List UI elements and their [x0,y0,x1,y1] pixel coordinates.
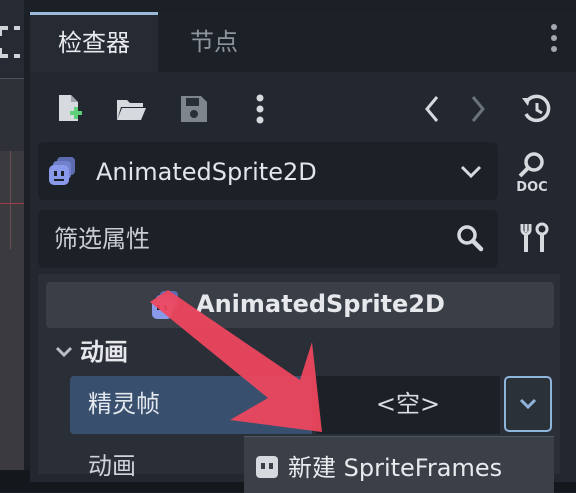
doc-label: DOC [516,180,547,194]
resource-value: <空> [375,390,441,418]
doc-help-button[interactable]: DOC [512,150,552,195]
tab-inspector[interactable]: 检查器 [30,12,158,72]
class-title: AnimatedSprite2D [196,290,445,318]
property-label: 动画 [88,452,136,480]
collapse-arrow-icon[interactable] [54,342,74,367]
open-folder-icon[interactable] [114,94,148,124]
sprite-frames-icon [254,452,282,480]
history-forward-icon[interactable] [466,92,490,126]
new-resource-icon[interactable] [54,92,86,126]
dock-menu-icon[interactable] [548,24,560,60]
canvas-viewport[interactable] [0,78,24,471]
history-back-icon[interactable] [420,92,444,126]
animated-sprite-icon [48,156,78,186]
tools-icon[interactable] [516,220,554,258]
viewport-guide [10,151,11,249]
section-animation[interactable]: 动画 [80,336,128,368]
property-label: 精灵帧 [88,390,160,418]
tab-node[interactable]: 节点 [166,12,262,72]
animated-sprite-icon [150,290,182,320]
filter-placeholder: 筛选属性 [54,225,150,253]
search-icon [454,222,486,254]
fullscreen-icon[interactable] [0,22,24,62]
resource-dropdown-button[interactable] [504,376,552,432]
chevron-down-icon[interactable] [458,160,484,184]
object-name: AnimatedSprite2D [96,158,317,186]
viewport-ruler [0,79,24,151]
save-icon[interactable] [178,93,210,125]
more-options-icon[interactable] [250,92,270,126]
viewport-axis-line [0,203,24,204]
history-icon[interactable] [518,92,554,126]
new-sprite-frames-item[interactable]: 新建 SpriteFrames [288,452,502,484]
editor-toolbar-fragment [0,0,24,78]
